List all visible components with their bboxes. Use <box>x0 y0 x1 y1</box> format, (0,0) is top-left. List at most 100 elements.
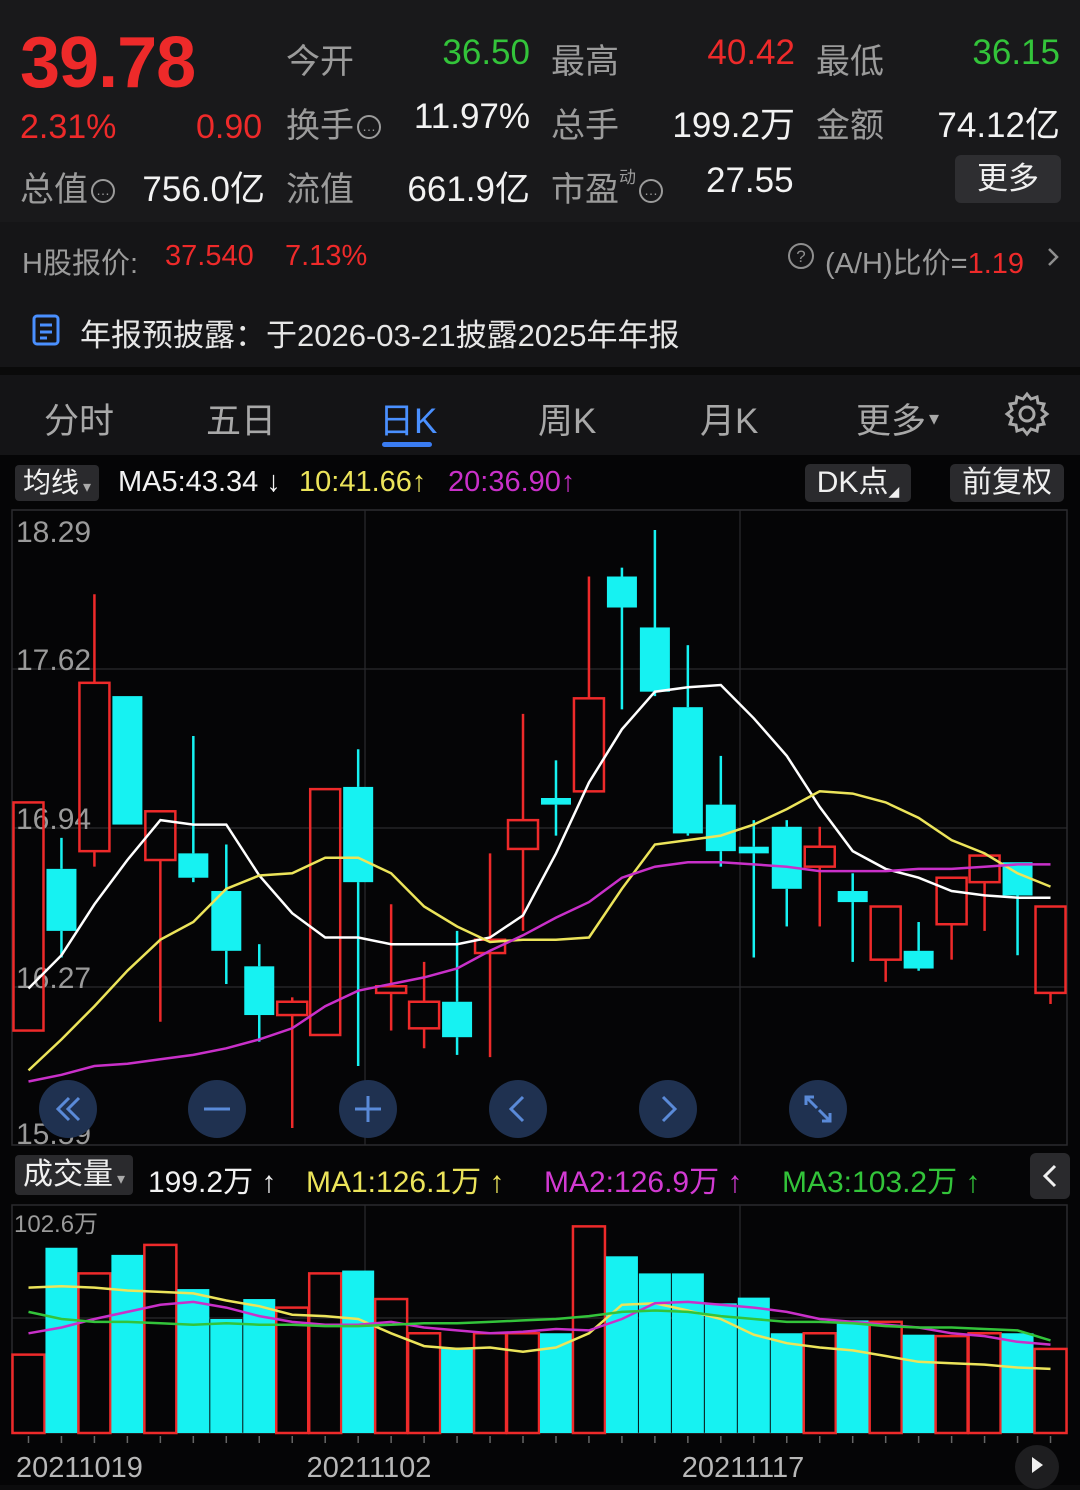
vol-ma2-value: MA2:126.9万 <box>544 1166 720 1199</box>
collapse-legend-button[interactable] <box>1030 1153 1070 1199</box>
hshare-row[interactable]: H股报价: 37.540 7.13% ? (A/H)比价=1.19 <box>0 222 1080 292</box>
volume-bar <box>342 1270 375 1433</box>
hshare-price: 37.540 <box>165 240 254 272</box>
candle-down <box>837 891 868 903</box>
hshare-percent: 7.13% <box>285 240 368 272</box>
float-value: 661.9亿 <box>407 170 530 209</box>
zoom-out-button[interactable] <box>188 1080 246 1138</box>
candle-up <box>572 697 606 793</box>
candle-up <box>308 787 342 1037</box>
volume-bar <box>605 1256 638 1433</box>
float-label: 流值 <box>286 171 354 209</box>
info-icon[interactable]: … <box>357 115 381 139</box>
scroll-left-button[interactable] <box>489 1080 547 1138</box>
play-icon <box>1032 1457 1043 1473</box>
volume-bar <box>934 1334 969 1435</box>
pe-value: 27.55 <box>706 161 794 200</box>
fullscreen-button[interactable] <box>789 1080 847 1138</box>
mktcap-value: 756.0亿 <box>142 170 265 209</box>
pe-label: 市盈 <box>551 171 619 209</box>
up-arrow-icon: ↑ <box>719 1166 743 1199</box>
open-label: 今开 <box>286 43 354 81</box>
volume-bar <box>638 1273 671 1433</box>
volume-bar <box>770 1333 803 1433</box>
low-label: 最低 <box>816 43 884 81</box>
grid <box>11 509 1068 1146</box>
zoom-in-button[interactable] <box>339 1080 397 1138</box>
volume-value: 199.2万 <box>672 106 795 145</box>
candle-down <box>606 576 637 608</box>
play-forward-button[interactable] <box>1015 1445 1059 1489</box>
scroll-right-button[interactable] <box>639 1080 697 1138</box>
volume-indicator-dropdown[interactable]: 成交量 ▾ <box>15 1155 134 1195</box>
volume-max-label: 102.6万 <box>14 1211 98 1238</box>
candle-down <box>540 797 571 805</box>
volume-bar <box>11 1353 46 1435</box>
candle-up <box>12 801 45 1032</box>
vol-ma3-value: MA3:103.2万 <box>782 1166 958 1199</box>
info-icon[interactable]: … <box>639 179 663 203</box>
volume-bar <box>505 1332 541 1435</box>
candles <box>12 530 1067 1128</box>
candle-down <box>244 966 275 1016</box>
tab-monthly-k[interactable]: 月K <box>700 393 758 444</box>
announcement-row[interactable]: 年报预披露：于2026-03-21披露2025年年报 <box>0 292 1080 367</box>
candle-up <box>407 1000 441 1030</box>
info-icon[interactable]: … <box>91 179 115 203</box>
volume-dropdown-label: 成交量 <box>23 1158 113 1191</box>
chevron-left-icon <box>508 1095 525 1123</box>
tab-more-label: 更多 <box>856 402 927 441</box>
tab-five-day[interactable]: 五日 <box>206 393 276 444</box>
turnover-value: 11.97% <box>413 97 530 136</box>
svg-text:?: ? <box>796 247 805 266</box>
ma-lines <box>27 683 1051 1083</box>
candle-up <box>275 1000 309 1017</box>
scroll-left-fast-button[interactable] <box>39 1080 97 1138</box>
volume-bar <box>111 1254 144 1433</box>
candle-down <box>903 950 934 969</box>
chevron-left-icon <box>1042 1164 1057 1188</box>
double-chevron-left-icon <box>55 1096 81 1122</box>
volume-bar <box>671 1273 704 1433</box>
y-tick-label: 18.29 <box>16 516 91 549</box>
tab-weekly-k[interactable]: 周K <box>538 393 596 444</box>
tab-more[interactable]: 更多 ▾ <box>856 393 939 444</box>
quote-header: 39.78 2.31% 0.90 今开 36.50 最高 40.42 最低 36… <box>0 0 1080 222</box>
candle-up <box>144 810 177 862</box>
candle-down <box>178 853 209 878</box>
candle-down <box>343 786 374 883</box>
last-price: 39.78 <box>20 23 196 103</box>
chevron-right-icon <box>661 1095 678 1123</box>
ma5-line <box>27 683 1051 990</box>
pe-sup: 动 <box>619 168 636 187</box>
candle-down <box>46 868 77 931</box>
volume-bar <box>441 1347 474 1433</box>
ah-ratio-value: 1.19 <box>967 248 1025 280</box>
candle-down <box>112 696 143 825</box>
volume-bar <box>967 1332 1002 1435</box>
open-value: 36.50 <box>442 33 530 72</box>
up-arrow-icon: ↑ <box>957 1166 981 1199</box>
document-icon <box>32 314 60 346</box>
volume-bar <box>1001 1333 1034 1433</box>
volume-bar <box>902 1334 935 1433</box>
candle-down <box>771 826 802 889</box>
help-icon[interactable]: ? <box>787 242 815 270</box>
caret-down-icon: ▾ <box>929 408 940 430</box>
candlestick-chart[interactable]: 18.2917.6216.9416.2715.59 102.6万 2021101… <box>0 455 1080 1485</box>
divider <box>0 367 1080 375</box>
high-label: 最高 <box>551 43 619 81</box>
tab-daily-k[interactable]: 日K <box>379 393 437 444</box>
y-tick-label: 17.62 <box>16 644 91 677</box>
announcement-text: 年报预披露：于2026-03-21披露2025年年报 <box>80 318 680 353</box>
amount-value: 74.12亿 <box>937 106 1060 145</box>
tab-intraday[interactable]: 分时 <box>44 393 114 444</box>
settings-gear-icon[interactable] <box>1004 391 1050 437</box>
volume-bar <box>210 1319 243 1433</box>
up-arrow-icon: ↑ <box>253 1166 277 1199</box>
candle-up <box>869 905 902 961</box>
chevron-right-icon[interactable] <box>1045 246 1061 268</box>
change-percent: 2.31% <box>20 108 117 146</box>
volume-label: 总手 <box>551 107 619 145</box>
more-button[interactable]: 更多 <box>955 155 1061 203</box>
